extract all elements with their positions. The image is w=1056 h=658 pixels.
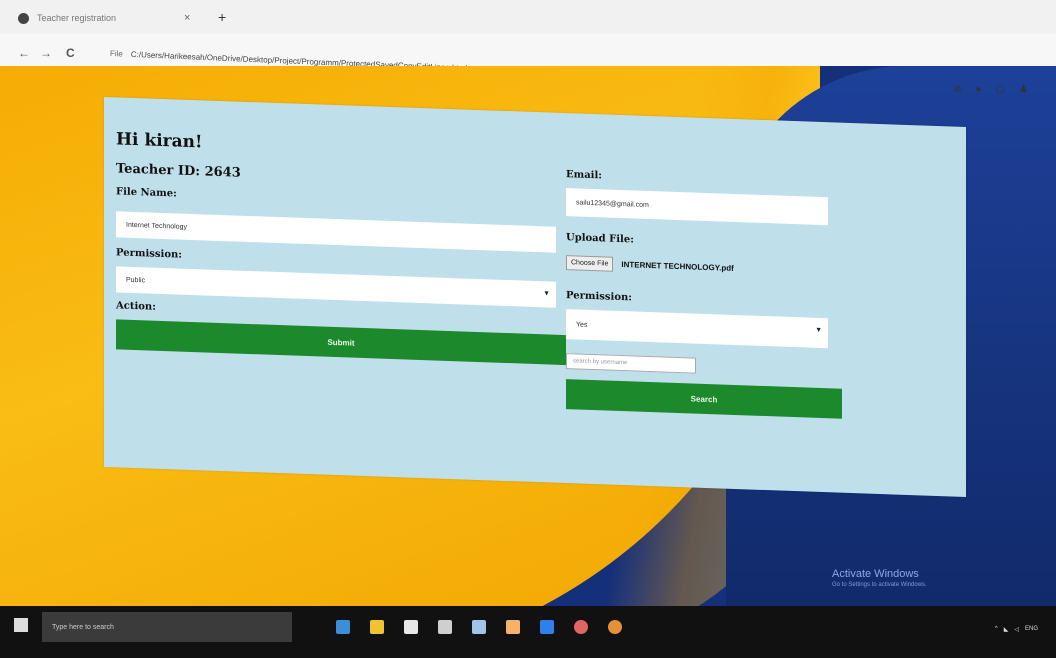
file-scheme-label: File — [109, 48, 124, 59]
chosen-file-name: INTERNET TECHNOLOGY.pdf — [621, 260, 734, 273]
permission-label-right: Permission: — [566, 290, 632, 304]
choose-file-button[interactable]: Choose File — [566, 255, 614, 272]
browser-tab[interactable]: Teacher registration × — [18, 6, 218, 30]
tab-title: Teacher registration — [37, 13, 117, 23]
forward-icon[interactable]: → — [40, 46, 52, 60]
browser-tabbar: Teacher registration × + — [0, 0, 1056, 34]
vscode-icon[interactable] — [540, 620, 554, 634]
submit-button[interactable]: Submit — [116, 319, 566, 366]
back-icon[interactable]: ← — [18, 46, 30, 60]
greeting-heading: Hi kiran! — [116, 129, 203, 153]
permission-select-right[interactable]: Yes ▼ — [566, 309, 828, 349]
system-tray: ^ ◣ ◁ ENG — [995, 626, 1038, 633]
file-upload-row: Choose File INTERNET TECHNOLOGY.pdf — [566, 255, 846, 280]
teacher-panel: Hi kiran! Teacher ID: 2643 File Name: In… — [104, 96, 966, 498]
taskbar-apps — [336, 620, 622, 634]
upload-file-label: Upload File: — [566, 232, 634, 246]
search-button[interactable]: Search — [566, 379, 842, 419]
store-icon[interactable] — [404, 620, 418, 634]
file-name-value: Internet Technology — [126, 221, 187, 231]
chrome-icon[interactable] — [608, 620, 622, 634]
reload-icon[interactable]: C — [66, 46, 75, 60]
search-input[interactable]: search by username — [566, 353, 696, 374]
chevron-down-icon: ▼ — [815, 326, 822, 335]
edge-icon[interactable] — [336, 620, 350, 634]
chevron-down-icon: ▼ — [543, 290, 550, 298]
activate-windows-watermark: Activate Windows Go to Settings to activ… — [832, 568, 927, 588]
teacher-id: Teacher ID: 2643 — [116, 161, 241, 181]
network-icon[interactable]: ◣ — [1004, 626, 1009, 633]
file-name-input[interactable]: Internet Technology — [116, 211, 556, 253]
file-name-label: File Name: — [116, 186, 177, 200]
language-indicator[interactable]: ENG — [1025, 626, 1038, 633]
sidebar-icon[interactable]: ▢ — [996, 84, 1005, 95]
left-column: Hi kiran! Teacher ID: 2643 File Name: In… — [116, 129, 566, 366]
windows-start-icon[interactable] — [14, 618, 28, 632]
right-column: Email: sailu12345@gmail.com Upload File:… — [566, 169, 846, 419]
favicon-icon — [18, 12, 29, 24]
watermark-title: Activate Windows — [832, 568, 919, 580]
tray-chevron-icon[interactable]: ^ — [995, 626, 998, 633]
taskbar-search-box[interactable]: Type here to search — [42, 612, 292, 642]
taskbar-search-placeholder: Type here to search — [52, 623, 114, 631]
watermark-subtitle: Go to Settings to activate Windows. — [832, 582, 927, 588]
profile-icon[interactable]: ♟ — [1019, 84, 1028, 95]
mail-icon[interactable] — [438, 620, 452, 634]
puzzle-icon[interactable]: ⊘ — [953, 84, 961, 95]
terminal-icon[interactable] — [472, 620, 486, 634]
file-explorer-icon[interactable] — [370, 620, 384, 634]
notepad-icon[interactable] — [506, 620, 520, 634]
new-tab-icon[interactable]: + — [218, 9, 226, 25]
permission-value-left: Public — [126, 276, 146, 284]
email-input[interactable]: sailu12345@gmail.com — [566, 188, 828, 226]
email-value: sailu12345@gmail.com — [576, 198, 649, 209]
extension-icon[interactable]: ● — [976, 84, 982, 95]
permission-select-left[interactable]: Public ▼ — [116, 266, 556, 308]
browser-extension-icons: ⊘ ● ▢ ♟ — [953, 84, 1028, 95]
chrome-icon[interactable] — [574, 620, 588, 634]
volume-icon[interactable]: ◁ — [1014, 626, 1019, 633]
windows-taskbar: Type here to search ^ ◣ ◁ ENG — [0, 606, 1056, 658]
search-placeholder: search by username — [573, 358, 628, 367]
permission-value-right: Yes — [576, 320, 588, 329]
email-label: Email: — [566, 169, 602, 182]
tab-close-icon[interactable]: × — [184, 12, 190, 24]
